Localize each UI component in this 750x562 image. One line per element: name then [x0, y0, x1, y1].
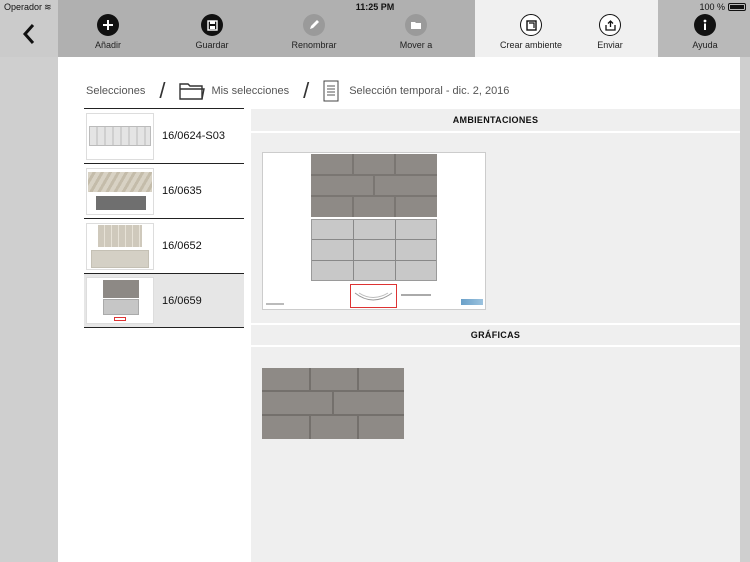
ambientaciones-header: AMBIENTACIONES: [251, 109, 740, 133]
battery-percent: 100 %: [699, 2, 725, 12]
breadcrumb-folder[interactable]: Mis selecciones: [211, 85, 289, 97]
ambientacion-card[interactable]: [262, 152, 486, 310]
status-bar: Operador ≋ 11:25 PM 100 %: [0, 0, 750, 14]
folder-icon: [179, 83, 206, 100]
save-label: Guardar: [195, 40, 229, 50]
create-room-button[interactable]: Crear ambiente: [486, 14, 576, 50]
tile-code: 16/0659: [162, 294, 202, 307]
list-item[interactable]: 16/0635: [84, 163, 244, 218]
brand-logo: [461, 299, 483, 305]
graficas-header: GRÁFICAS: [251, 323, 740, 347]
clock: 11:25 PM: [355, 2, 395, 12]
grafica-tile[interactable]: [262, 368, 404, 439]
left-gutter: [0, 57, 58, 562]
tile-thumbnail: [86, 277, 154, 324]
tile-code: 16/0635: [162, 185, 202, 197]
detail-panel: AMBIENTACIONES GRÁFICAS: [251, 109, 740, 562]
caption-line: [401, 294, 431, 296]
tile-thumbnail: [86, 167, 154, 215]
tile-thumbnail: [86, 222, 154, 270]
breadcrumb: Selecciones / Mis selecciones / Selecció…: [86, 78, 510, 103]
right-gutter: [740, 57, 750, 562]
create-room-label: Crear ambiente: [499, 40, 563, 50]
battery-icon: [728, 3, 746, 11]
save-icon: [201, 14, 223, 36]
caption-line: [266, 303, 284, 305]
info-icon: [694, 14, 716, 36]
breadcrumb-root[interactable]: Selecciones: [86, 85, 145, 97]
send-label: Enviar: [597, 40, 623, 50]
move-label: Mover a: [399, 40, 433, 50]
frame-icon: [520, 14, 542, 36]
tile-layout-grid: [311, 219, 437, 281]
chevron-left-icon: [22, 23, 35, 44]
list-item[interactable]: 16/0652: [84, 218, 244, 273]
rename-button[interactable]: Renombrar: [269, 14, 359, 50]
tile-code: 16/0652: [162, 240, 202, 252]
tile-code: 16/0624-S03: [162, 130, 225, 142]
document-icon: [323, 80, 339, 102]
pencil-icon: [303, 14, 325, 36]
main-content: Selecciones / Mis selecciones / Selecció…: [58, 57, 740, 562]
save-button[interactable]: Guardar: [167, 14, 257, 50]
send-button[interactable]: Enviar: [565, 14, 655, 50]
plus-circle-icon: [97, 14, 119, 36]
help-button[interactable]: Ayuda: [660, 14, 750, 50]
tile-preview: [311, 154, 437, 217]
share-icon: [599, 14, 621, 36]
list-item[interactable]: 16/0659: [84, 273, 244, 328]
breadcrumb-separator: /: [159, 78, 166, 103]
list-item[interactable]: 16/0624-S03: [84, 108, 244, 163]
folder-move-icon: [405, 14, 427, 36]
breadcrumb-current: Selección temporal - dic. 2, 2016: [349, 85, 510, 97]
tile-profile-diagram: [350, 284, 397, 308]
move-button[interactable]: Mover a: [371, 14, 461, 50]
help-label: Ayuda: [692, 40, 718, 50]
rename-label: Renombrar: [291, 40, 337, 50]
tile-thumbnail: [86, 112, 154, 160]
breadcrumb-separator: /: [303, 78, 310, 103]
add-button[interactable]: Añadir: [63, 14, 153, 50]
selection-list: 16/0624-S03 16/0635 16/0652 16/0659: [84, 108, 244, 328]
battery-indicator: 100 %: [699, 2, 746, 12]
add-label: Añadir: [94, 40, 121, 50]
